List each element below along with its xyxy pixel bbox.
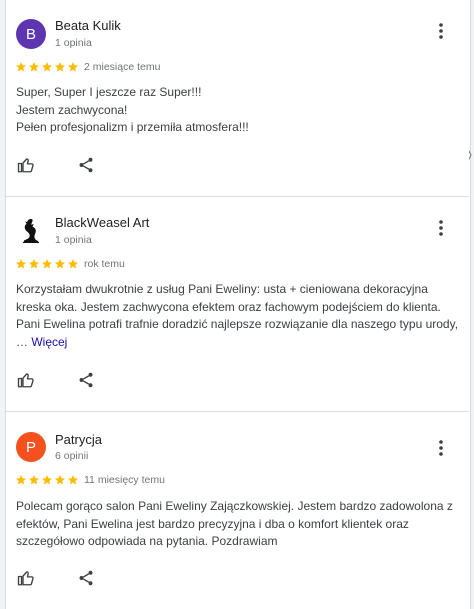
share-button[interactable]	[76, 568, 96, 588]
star-icon	[41, 474, 53, 486]
rating-stars	[15, 258, 80, 270]
star-icon	[54, 258, 66, 270]
review-date: 11 miesięcy temu	[84, 474, 165, 486]
avatar-letter: P	[25, 438, 36, 456]
avatar[interactable]	[16, 216, 46, 246]
avatar[interactable]: P	[16, 432, 46, 462]
thumbs-up-icon	[17, 569, 35, 587]
share-button[interactable]	[76, 370, 96, 390]
like-button[interactable]	[16, 568, 36, 588]
star-icon	[54, 61, 66, 73]
reviewer-name[interactable]: Patrycja	[55, 432, 102, 447]
review-card: P Patrycja 6 opinii 11 miesięcy temu Pol…	[6, 412, 469, 609]
scrollbar-track[interactable]	[470, 0, 474, 609]
review-text: Polecam gorąco salon Pani Eweliny Zającz…	[16, 498, 466, 551]
star-icon	[15, 61, 27, 73]
more-options-icon[interactable]	[433, 22, 449, 40]
rating-stars	[15, 61, 80, 73]
like-button[interactable]	[16, 155, 36, 175]
share-icon	[77, 371, 95, 389]
review-date: 2 miesiące temu	[84, 61, 161, 73]
star-icon	[41, 258, 53, 270]
more-options-icon[interactable]	[433, 439, 449, 457]
share-button[interactable]	[76, 155, 96, 175]
silhouette-logo-icon	[22, 219, 40, 244]
review-card: B Beata Kulik 1 opinia 2 miesiące temu S…	[6, 0, 469, 197]
share-icon	[77, 156, 95, 174]
star-icon	[28, 61, 40, 73]
rating-stars	[15, 474, 80, 486]
review-text: Korzystałam dwukrotnie z usług Pani Ewel…	[16, 281, 466, 351]
review-count: 1 opinia	[55, 234, 92, 246]
share-icon	[77, 569, 95, 587]
more-link[interactable]: Więcej	[31, 335, 67, 349]
more-options-icon[interactable]	[433, 219, 449, 237]
avatar-letter: B	[25, 25, 36, 43]
review-text: Super, Super I jeszcze raz Super!!! Jest…	[16, 84, 456, 137]
star-icon	[15, 258, 27, 270]
star-icon	[54, 474, 66, 486]
reviewer-name[interactable]: Beata Kulik	[55, 18, 121, 33]
like-button[interactable]	[16, 370, 36, 390]
star-icon	[67, 474, 79, 486]
reviewer-name[interactable]: BlackWeasel Art	[55, 215, 149, 230]
star-icon	[67, 258, 79, 270]
star-icon	[28, 474, 40, 486]
review-text-line: Super, Super I jeszcze raz Super!!!	[16, 85, 202, 99]
review-count: 6 opinii	[55, 450, 89, 462]
thumbs-up-icon	[17, 156, 35, 174]
star-icon	[28, 258, 40, 270]
thumbs-up-icon	[17, 371, 35, 389]
review-text-body: Polecam gorąco salon Pani Eweliny Zającz…	[16, 499, 453, 548]
review-text-line: Pełen profesjonalizm i przemiła atmosfer…	[16, 120, 249, 134]
star-icon	[15, 474, 27, 486]
review-text-line: Jestem zachwycona!	[16, 102, 128, 117]
avatar[interactable]: B	[16, 19, 46, 49]
star-icon	[67, 61, 79, 73]
star-icon	[41, 61, 53, 73]
review-count: 1 opinia	[55, 37, 92, 49]
review-card: BlackWeasel Art 1 opinia rok temu Korzys…	[6, 197, 469, 412]
review-text-body: Korzystałam dwukrotnie z usług Pani Ewel…	[16, 282, 459, 349]
review-date: rok temu	[84, 258, 125, 270]
